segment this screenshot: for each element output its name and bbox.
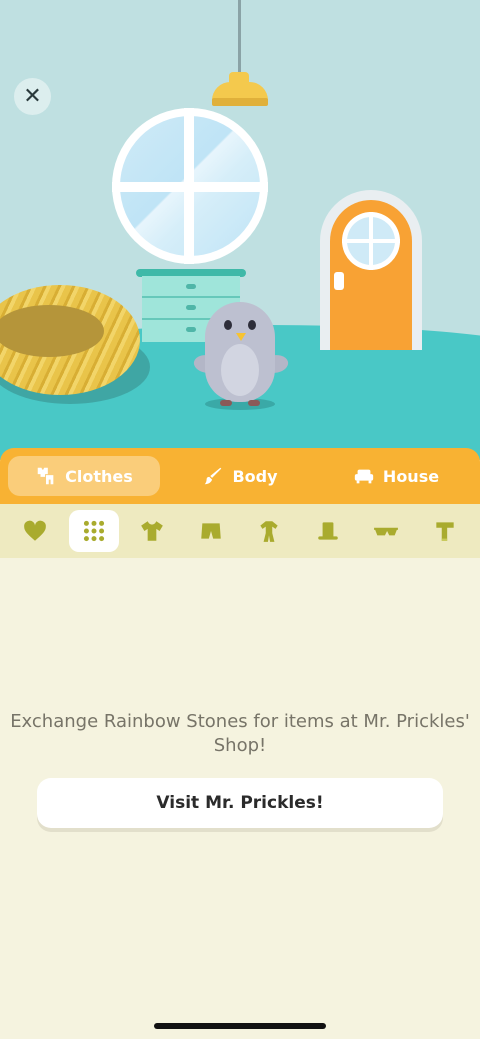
tab-body[interactable]: Body <box>164 456 316 496</box>
nest-hollow <box>0 305 104 357</box>
dresser-drawer-line <box>142 296 240 298</box>
drawer-knob <box>186 284 196 289</box>
close-icon: ✕ <box>23 84 42 109</box>
category-all[interactable] <box>68 510 119 552</box>
empty-state-message: Exchange Rainbow Stones for items at Mr.… <box>10 711 470 756</box>
bird-left-eye <box>224 320 232 330</box>
window-frame-horizontal <box>112 182 268 192</box>
bird-foot <box>220 400 232 406</box>
category-bar <box>0 504 480 558</box>
visit-shop-button[interactable]: Visit Mr. Prickles! <box>37 778 443 828</box>
clothes-icon <box>37 467 54 485</box>
scarf-icon <box>436 522 454 541</box>
item-content-area: Exchange Rainbow Stones for items at Mr.… <box>0 558 480 1039</box>
lamp-cord <box>238 0 241 74</box>
tab-clothes[interactable]: Clothes <box>8 456 160 496</box>
category-shorts[interactable] <box>186 511 236 551</box>
door-window <box>342 212 400 270</box>
bird-character[interactable] <box>205 302 275 402</box>
category-shirts[interactable] <box>127 511 177 551</box>
category-favorites[interactable] <box>10 511 60 551</box>
category-glasses[interactable] <box>361 511 411 551</box>
bird-right-eye <box>248 320 256 330</box>
top-hat-icon <box>318 522 338 540</box>
main-tab-bar: Clothes Body House <box>0 448 480 504</box>
close-button[interactable]: ✕ <box>14 78 51 115</box>
door-window-frame <box>342 239 400 243</box>
tab-label: Body <box>232 466 278 486</box>
drawer-knob <box>186 327 196 332</box>
shirt-icon <box>141 521 163 541</box>
bird-beak <box>236 333 246 341</box>
room-scene: ✕ <box>0 0 480 460</box>
grid-icon <box>83 520 104 542</box>
bird-belly <box>221 344 259 396</box>
door-handle <box>334 272 344 290</box>
onesie-icon <box>260 521 278 542</box>
category-hats[interactable] <box>303 511 353 551</box>
round-window <box>112 108 268 264</box>
category-scarves[interactable] <box>420 511 470 551</box>
brush-icon <box>205 467 222 485</box>
heart-icon <box>24 520 46 541</box>
sofa-icon <box>354 469 374 484</box>
shorts-icon <box>200 523 221 539</box>
drawer-knob <box>186 305 196 310</box>
lamp-rim <box>212 98 268 106</box>
sunglasses-icon <box>374 527 399 536</box>
tab-label: House <box>382 466 440 486</box>
category-onesies[interactable] <box>244 511 294 551</box>
bird-foot <box>248 400 260 406</box>
tab-label: Clothes <box>65 466 133 486</box>
tab-house[interactable]: House <box>320 456 472 496</box>
home-indicator <box>154 1023 326 1029</box>
